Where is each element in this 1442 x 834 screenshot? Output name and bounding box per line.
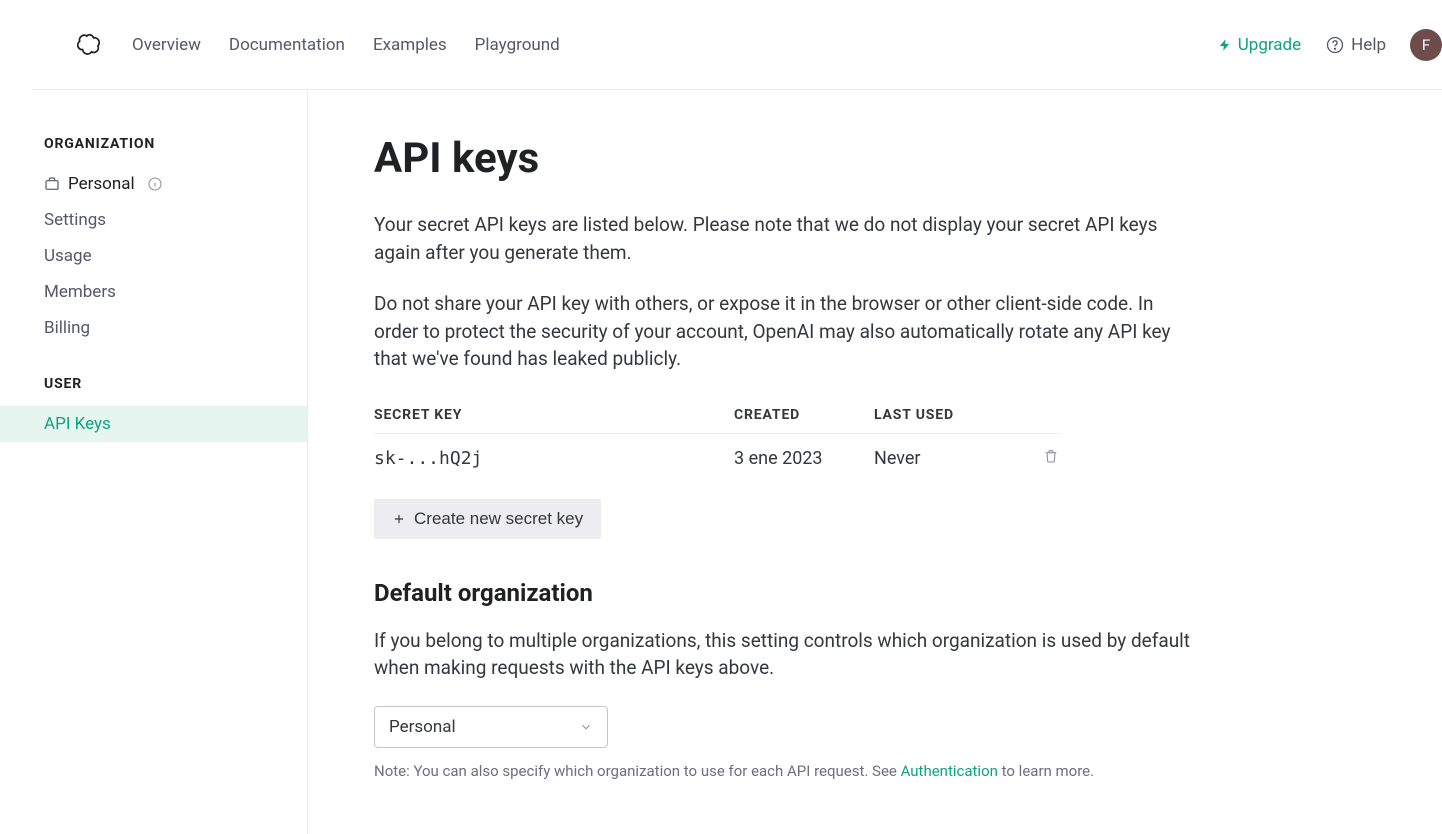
page-title: API keys (374, 134, 1202, 183)
create-secret-key-label: Create new secret key (414, 509, 583, 529)
upgrade-label: Upgrade (1238, 35, 1301, 55)
default-org-select-value: Personal (389, 717, 456, 737)
trash-icon (1043, 448, 1059, 464)
sidebar-item-usage[interactable]: Usage (0, 238, 307, 274)
avatar[interactable]: F (1410, 29, 1442, 61)
info-icon (147, 176, 163, 192)
top-nav: Overview Documentation Examples Playgrou… (32, 0, 1442, 90)
help-label: Help (1351, 35, 1386, 55)
default-org-paragraph: If you belong to multiple organizations,… (374, 627, 1202, 682)
nav-link-overview[interactable]: Overview (132, 35, 201, 55)
intro-paragraph-1: Your secret API keys are listed below. P… (374, 211, 1202, 266)
chevron-down-icon (579, 720, 593, 734)
sidebar-org-name[interactable]: Personal (0, 166, 307, 202)
sidebar: ORGANIZATION Personal Settings Usage Mem… (0, 90, 308, 834)
nav-link-examples[interactable]: Examples (373, 35, 447, 55)
sidebar-user-label: USER (0, 376, 307, 406)
main-content: API keys Your secret API keys are listed… (308, 90, 1268, 834)
note-text: Note: You can also specify which organiz… (374, 762, 1202, 780)
create-secret-key-button[interactable]: Create new secret key (374, 499, 601, 539)
delete-key-button[interactable] (1043, 448, 1059, 464)
sidebar-item-members[interactable]: Members (0, 274, 307, 310)
th-last-used: LAST USED (874, 397, 1014, 434)
cell-created: 3 ene 2023 (734, 433, 874, 483)
default-org-title: Default organization (374, 579, 1202, 607)
help-icon (1325, 35, 1345, 55)
intro-paragraph-2: Do not share your API key with others, o… (374, 290, 1202, 373)
cell-secret-key: sk-...hQ2j (374, 433, 734, 483)
nav-right: Upgrade Help F (1218, 29, 1398, 61)
plus-icon (392, 512, 406, 526)
default-org-select[interactable]: Personal (374, 706, 608, 748)
sidebar-org-label: ORGANIZATION (0, 136, 307, 166)
briefcase-icon (44, 176, 60, 192)
help-button[interactable]: Help (1325, 35, 1386, 55)
sidebar-item-api-keys[interactable]: API Keys (0, 406, 307, 442)
th-secret-key: SECRET KEY (374, 397, 734, 434)
table-row: sk-...hQ2j 3 ene 2023 Never (374, 433, 1059, 483)
note-prefix: Note: You can also specify which organiz… (374, 762, 901, 780)
cell-last-used: Never (874, 433, 1014, 483)
sidebar-item-billing[interactable]: Billing (0, 310, 307, 346)
nav-links: Overview Documentation Examples Playgrou… (132, 35, 560, 55)
note-suffix: to learn more. (998, 762, 1094, 780)
sidebar-org-name-text: Personal (68, 174, 135, 194)
api-keys-table: SECRET KEY CREATED LAST USED sk-...hQ2j … (374, 397, 1059, 483)
th-created: CREATED (734, 397, 874, 434)
nav-link-documentation[interactable]: Documentation (229, 35, 345, 55)
sidebar-item-settings[interactable]: Settings (0, 202, 307, 238)
lightning-icon (1218, 37, 1232, 53)
openai-logo-icon[interactable] (76, 32, 102, 58)
nav-link-playground[interactable]: Playground (475, 35, 560, 55)
upgrade-button[interactable]: Upgrade (1218, 35, 1301, 55)
authentication-link[interactable]: Authentication (901, 762, 998, 780)
